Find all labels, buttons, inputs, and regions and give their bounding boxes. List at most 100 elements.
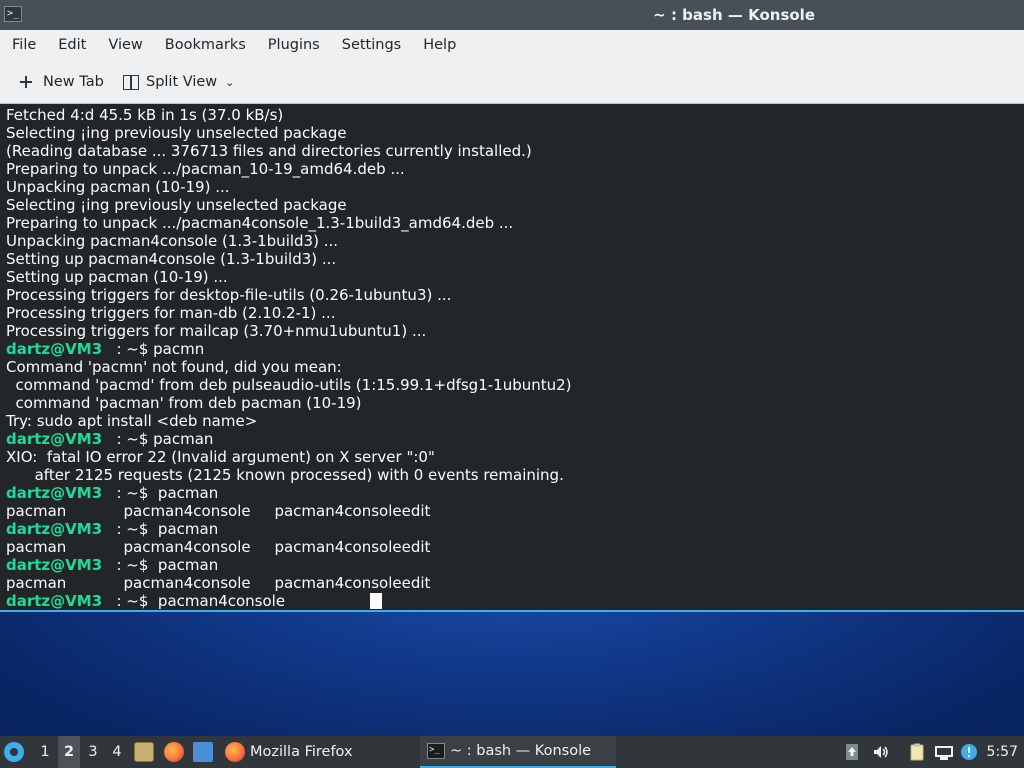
output-text: (Reading database ... 376713 files and d… bbox=[6, 142, 532, 160]
prompt-user: dartz@VM3 bbox=[6, 340, 103, 358]
output-text: Processing triggers for man-db (2.10.2-1… bbox=[6, 304, 336, 322]
notifications-icon[interactable] bbox=[960, 743, 980, 761]
split-view-icon bbox=[123, 74, 139, 90]
clipboard-icon[interactable] bbox=[908, 743, 926, 761]
terminal-output-line: Unpacking pacman4console (1.3-1build3) .… bbox=[6, 232, 338, 250]
menu-bar: File Edit View Bookmarks Plugins Setting… bbox=[0, 30, 1024, 60]
menu-help[interactable]: Help bbox=[412, 37, 467, 53]
prompt-user: dartz@VM3 bbox=[6, 484, 103, 502]
output-text: pacman pacman4console pacman4consoleedit bbox=[6, 538, 431, 556]
toolbar: New Tab Split View ⌄ bbox=[0, 60, 1024, 104]
terminal-output-line: after 2125 requests (2125 known processe… bbox=[6, 466, 564, 484]
prompt-command: pacman bbox=[148, 556, 219, 574]
terminal-output-line: Processing triggers for mailcap (3.70+nm… bbox=[6, 322, 426, 340]
new-tab-label: New Tab bbox=[43, 74, 104, 90]
output-text: Preparing to unpack .../pacman4console_1… bbox=[6, 214, 514, 232]
output-text: command 'pacmd' from deb pulseaudio-util… bbox=[6, 376, 572, 394]
updates-icon[interactable] bbox=[844, 743, 860, 761]
prompt-path: : ~$ bbox=[116, 340, 149, 358]
terminal-output-line: Unpacking pacman (10-19) ... bbox=[6, 178, 230, 196]
terminal-output-line: Setting up pacman4console (1.3-1build3) … bbox=[6, 250, 336, 268]
terminal-output-line: Preparing to unpack .../pacman_10-19_amd… bbox=[6, 160, 405, 178]
prompt-command: pacman bbox=[148, 430, 214, 448]
task-konsole-label: ~ : bash — Konsole bbox=[450, 743, 592, 759]
output-text: Selecting ¡ing previously unselected pac… bbox=[6, 124, 347, 142]
prompt-path: : ~$ bbox=[116, 430, 149, 448]
prompt-command: pacman4console bbox=[148, 592, 286, 610]
prompt-path: : ~$ bbox=[116, 556, 149, 574]
terminal-prompt-line: dartz@VM3 : ~$ pacman4console bbox=[6, 592, 285, 610]
prompt-command: pacmn bbox=[148, 340, 205, 358]
terminal-output-line: Setting up pacman (10-19) ... bbox=[6, 268, 228, 286]
output-text: Command 'pacmn' not found, did you mean: bbox=[6, 358, 342, 376]
prompt-user: dartz@VM3 bbox=[6, 430, 103, 448]
output-text: Selecting ¡ing previously unselected pac… bbox=[6, 196, 347, 214]
output-text: pacman pacman4console pacman4consoleedit bbox=[6, 502, 431, 520]
prompt-path: : ~$ bbox=[116, 520, 149, 538]
task-konsole[interactable]: >_ ~ : bash — Konsole bbox=[420, 736, 616, 768]
menu-settings[interactable]: Settings bbox=[331, 37, 412, 53]
terminal-output-line: Fetched 4:d 45.5 kB in 1s (37.0 kB/s) bbox=[6, 106, 283, 124]
task-firefox[interactable]: Mozilla Firefox bbox=[225, 736, 353, 768]
desktop-switch-1[interactable]: 1 bbox=[34, 736, 56, 768]
firefox-task-icon bbox=[225, 742, 245, 762]
output-text: pacman pacman4console pacman4consoleedit bbox=[6, 574, 431, 592]
menu-edit[interactable]: Edit bbox=[47, 37, 97, 53]
output-text: after 2125 requests (2125 known processe… bbox=[6, 466, 564, 484]
output-text: Try: sudo apt install <deb name> bbox=[6, 412, 258, 430]
split-view-label: Split View bbox=[146, 74, 218, 90]
desktop-switch-4[interactable]: 4 bbox=[106, 736, 128, 768]
terminal-output-line: Preparing to unpack .../pacman4console_1… bbox=[6, 214, 513, 232]
terminal-prompt-line: dartz@VM3 : ~$ pacman bbox=[6, 556, 218, 574]
new-tab-button[interactable]: New Tab bbox=[18, 72, 104, 92]
output-text: Unpacking pacman (10-19) ... bbox=[6, 178, 230, 196]
terminal-output-line: Selecting ¡ing previously unselected pac… bbox=[6, 196, 347, 214]
network-icon[interactable] bbox=[934, 743, 954, 761]
terminal-output-line: Command 'pacmn' not found, did you mean: bbox=[6, 358, 342, 376]
terminal-output-line: pacman pacman4console pacman4consoleedit bbox=[6, 574, 430, 592]
files-icon bbox=[134, 742, 154, 762]
task-firefox-label: Mozilla Firefox bbox=[250, 744, 353, 760]
terminal-output-line: command 'pacman' from deb pacman (10-19) bbox=[6, 394, 362, 412]
output-text: XIO: fatal IO error 22 (Invalid argument… bbox=[6, 448, 435, 466]
terminal-output-line: Try: sudo apt install <deb name> bbox=[6, 412, 257, 430]
volume-icon[interactable] bbox=[872, 743, 890, 761]
terminal-prompt-line: dartz@VM3 : ~$ pacmn bbox=[6, 340, 204, 358]
menu-view[interactable]: View bbox=[97, 37, 153, 53]
desktop-switch-3[interactable]: 3 bbox=[82, 736, 104, 768]
clock[interactable]: 5:57 bbox=[987, 736, 1018, 768]
menu-file[interactable]: File bbox=[0, 37, 47, 53]
firefox-icon bbox=[164, 742, 184, 762]
prompt-user: dartz@VM3 bbox=[6, 556, 103, 574]
output-text: command 'pacman' from deb pacman (10-19) bbox=[6, 394, 362, 412]
prompt-user: dartz@VM3 bbox=[6, 520, 103, 538]
taskbar: 1 2 3 4 Mozilla Firefox >_ ~ : bash — Ko… bbox=[0, 736, 1024, 768]
folder-launcher[interactable] bbox=[193, 736, 213, 768]
window-title: ~ : bash — Konsole bbox=[653, 6, 815, 24]
konsole-window[interactable]: >_ ~ : bash — Konsole File Edit View Boo… bbox=[0, 0, 1024, 612]
konsole-task-icon: >_ bbox=[427, 743, 445, 759]
terminal-output-line: command 'pacmd' from deb pulseaudio-util… bbox=[6, 376, 572, 394]
terminal-prompt-line: dartz@VM3 : ~$ pacman bbox=[6, 520, 218, 538]
menu-bookmarks[interactable]: Bookmarks bbox=[154, 37, 257, 53]
title-bar[interactable]: >_ ~ : bash — Konsole bbox=[0, 0, 1024, 30]
output-text: Unpacking pacman4console (1.3-1build3) .… bbox=[6, 232, 339, 250]
terminal-view[interactable]: Fetched 4:d 45.5 kB in 1s (37.0 kB/s) Sel… bbox=[0, 105, 1024, 610]
prompt-path: : ~$ bbox=[116, 592, 149, 610]
split-view-button[interactable]: Split View ⌄ bbox=[123, 72, 234, 92]
desktop-switch-2[interactable]: 2 bbox=[58, 736, 80, 768]
files-launcher[interactable] bbox=[134, 736, 154, 768]
firefox-launcher[interactable] bbox=[164, 736, 184, 768]
terminal-output-line: Processing triggers for desktop-file-uti… bbox=[6, 286, 451, 304]
terminal-prompt-line: dartz@VM3 : ~$ pacman bbox=[6, 430, 213, 448]
menu-plugins[interactable]: Plugins bbox=[257, 37, 331, 53]
chevron-down-icon[interactable]: ⌄ bbox=[225, 76, 234, 89]
terminal-output-line: Selecting ¡ing previously unselected pac… bbox=[6, 124, 347, 142]
terminal-output-line: pacman pacman4console pacman4consoleedit bbox=[6, 502, 430, 520]
application-launcher-icon bbox=[4, 742, 24, 762]
folder-icon bbox=[193, 742, 213, 762]
prompt-command: pacman bbox=[148, 484, 219, 502]
prompt-path: : ~$ bbox=[116, 484, 149, 502]
application-launcher[interactable] bbox=[4, 736, 28, 768]
output-text: Fetched 4:d 45.5 kB in 1s (37.0 kB/s) bbox=[6, 106, 284, 124]
